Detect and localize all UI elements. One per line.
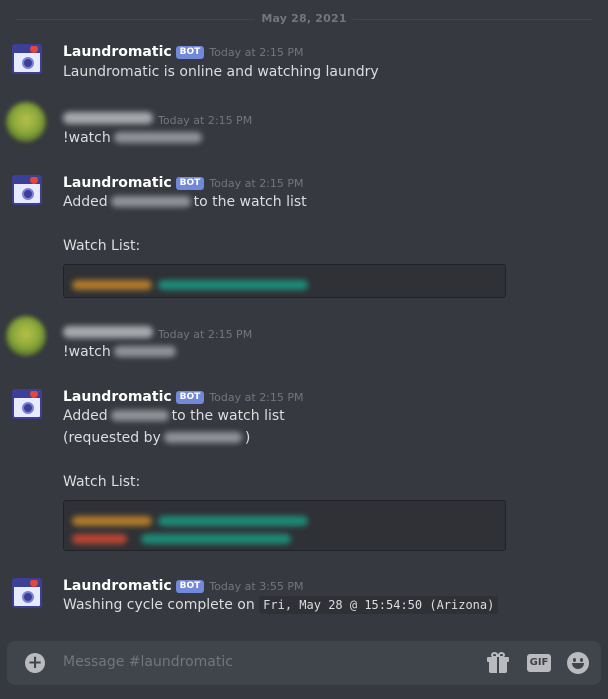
gif-label: GIF (527, 654, 551, 672)
user-avatar-icon[interactable] (6, 316, 46, 356)
watch-list-label: Watch List: (63, 474, 141, 490)
laundromatic-avatar-icon[interactable] (12, 44, 42, 74)
timestamp: Today at 2:15 PM (209, 46, 304, 59)
username[interactable]: Laundromatic (63, 389, 172, 405)
username[interactable]: Laundromatic (63, 578, 172, 594)
user-avatar-icon[interactable] (6, 102, 46, 142)
username-redacted[interactable] (63, 326, 153, 338)
timestamp: Today at 2:15 PM (209, 177, 304, 190)
laundromatic-avatar-icon[interactable] (12, 578, 42, 608)
timestamp: Today at 2:15 PM (209, 391, 304, 404)
requested-by-suffix: ) (244, 430, 251, 446)
requested-by-prefix: (requested by (63, 430, 161, 446)
bot-badge: BOT (175, 177, 205, 190)
message-text-prefix: Added (63, 408, 108, 424)
laundromatic-avatar-icon[interactable] (12, 175, 42, 205)
date-divider-label: May 28, 2021 (255, 12, 353, 25)
watch-list-embed (63, 264, 506, 298)
message-input[interactable]: Message #laundromatic (63, 654, 233, 670)
watch-list-entry (72, 529, 291, 544)
emoji-icon[interactable] (567, 652, 589, 674)
message-text-prefix: Added (63, 194, 108, 210)
message-composer[interactable]: + Message #laundromatic GIF (7, 641, 601, 685)
username[interactable]: Laundromatic (63, 175, 172, 191)
bot-badge: BOT (175, 46, 205, 59)
bot-badge: BOT (175, 580, 205, 593)
bot-badge: BOT (175, 391, 205, 404)
watch-list-label: Watch List: (63, 238, 141, 254)
gift-icon[interactable] (487, 652, 509, 674)
message-text: !watch (63, 130, 111, 146)
date-divider: May 28, 2021 (16, 12, 592, 25)
timestamp: Today at 2:15 PM (158, 328, 253, 341)
laundromatic-avatar-icon[interactable] (12, 389, 42, 419)
add-attachment-icon[interactable]: + (25, 653, 45, 673)
message-text: Laundromatic is online and watching laun… (63, 64, 379, 80)
inline-code-timestamp: Fri, May 28 @ 15:54:50 (Arizona) (259, 596, 499, 614)
redacted-text (113, 132, 202, 143)
redacted-text (113, 346, 176, 357)
username[interactable]: Laundromatic (63, 44, 172, 60)
gif-icon[interactable]: GIF (527, 652, 551, 674)
timestamp: Today at 3:55 PM (209, 580, 304, 593)
redacted-text (110, 196, 191, 207)
timestamp: Today at 2:15 PM (158, 114, 253, 127)
message-text-suffix: to the watch list (171, 408, 285, 424)
watch-list-embed (63, 500, 506, 551)
watch-list-entry (72, 275, 308, 290)
redacted-text (110, 410, 169, 421)
username-redacted[interactable] (63, 112, 153, 124)
message-text: Washing cycle complete on (63, 597, 255, 613)
message-text: !watch (63, 344, 111, 360)
redacted-text (163, 432, 242, 443)
watch-list-entry (72, 511, 308, 526)
message-text-suffix: to the watch list (193, 194, 307, 210)
